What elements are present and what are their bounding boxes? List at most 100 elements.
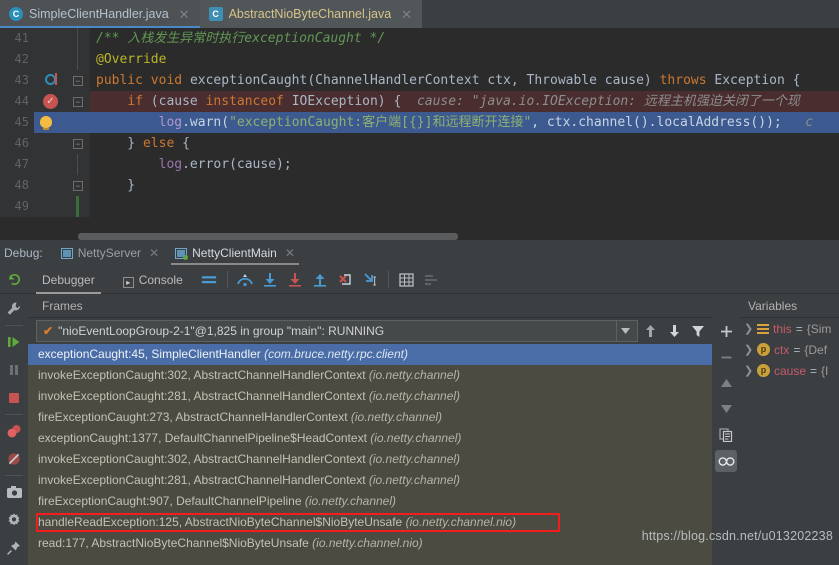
stack-frame-row[interactable]: read:177, AbstractNioByteChannel$NioByte… [28,533,712,554]
gutter-icons[interactable] [34,49,66,70]
remove-watch-icon[interactable] [715,346,737,368]
fold-collapse-icon[interactable]: − [73,181,83,191]
move-up-icon[interactable] [715,372,737,394]
chevron-right-icon[interactable]: ❯ [744,364,753,377]
rerun-icon[interactable] [0,266,28,294]
add-watch-icon[interactable] [715,320,737,342]
fold-gutter[interactable] [66,154,90,175]
fold-gutter[interactable]: − [66,175,90,196]
close-icon[interactable]: ✕ [285,246,295,260]
stack-frame-row[interactable]: fireExceptionCaught:907, DefaultChannelP… [28,491,712,512]
debug-config-tab-nettyserver[interactable]: NettyServer ✕ [53,240,167,266]
get-thread-dump-icon[interactable] [1,479,27,505]
code-text: log.warn("exceptionCaught:客户端[{}]和远程断开连接… [90,112,839,133]
fold-gutter[interactable]: − [66,91,90,112]
frame-package: (io.netty.channel) [370,431,461,445]
tab-console[interactable]: ▸Console [109,266,197,294]
editor-tab-abstractniobytechannel[interactable]: C AbstractNioByteChannel.java ✕ [200,0,423,28]
intention-bulb-icon[interactable] [40,116,52,128]
gutter-icons[interactable] [34,28,66,49]
filter-icon[interactable] [686,319,710,343]
stack-frame-row-highlighted[interactable]: handleReadException:125, AbstractNioByte… [28,512,712,533]
evaluate-expression-icon[interactable] [394,267,419,292]
thread-dropdown[interactable]: ✔ "nioEventLoopGroup-2-1"@1,825 in group… [36,320,638,342]
stack-frame-row[interactable]: exceptionCaught:1377, DefaultChannelPipe… [28,428,712,449]
force-step-into-icon[interactable] [283,267,308,292]
tab-debugger[interactable]: Debugger [28,266,109,294]
pin-tab-icon[interactable] [1,535,27,561]
chevron-right-icon[interactable]: ❯ [744,322,753,335]
code-text: @Override [90,49,839,70]
step-into-icon[interactable] [258,267,283,292]
arrow-up-icon[interactable] [638,319,662,343]
fold-gutter[interactable]: − [66,70,90,91]
resume-program-icon[interactable] [1,329,27,355]
stack-frame-row[interactable]: invokeExceptionCaught:281, AbstractChann… [28,470,712,491]
watches-icon[interactable] [715,450,737,472]
gutter-icons[interactable]: ✓ [34,91,66,112]
frame-method: invokeExceptionCaught:281, AbstractChann… [38,389,366,403]
fold-gutter[interactable] [66,196,90,217]
call-stack-list[interactable]: exceptionCaught:45, SimpleClientHandler … [28,344,712,565]
stack-frame-row[interactable]: invokeExceptionCaught:302, AbstractChann… [28,365,712,386]
close-icon[interactable]: ✕ [401,8,412,21]
fold-collapse-icon[interactable]: − [73,97,83,107]
settings-wrench-icon[interactable] [1,296,27,322]
code-editor[interactable]: 41 /** 入栈发生异常时执行exceptionCaught */ 42 @O… [0,28,839,240]
mute-breakpoints-icon[interactable] [1,446,27,472]
stack-frame-row[interactable]: fireExceptionCaught:273, AbstractChannel… [28,407,712,428]
chevron-right-icon[interactable]: ❯ [744,343,753,356]
drop-frame-icon[interactable] [333,267,358,292]
gutter-icons[interactable] [34,133,66,154]
stack-frame-row[interactable]: invokeExceptionCaught:302, AbstractChann… [28,449,712,470]
settings-gear-icon[interactable] [1,507,27,533]
variables-tree[interactable]: Variables ❯ this = {Sim ❯ p ctx = {Def ❯ [740,294,839,565]
variable-row-cause[interactable]: ❯ p cause = {I [740,360,839,381]
fold-gutter[interactable]: − [66,133,90,154]
object-field-icon [757,323,769,335]
line-number: 46 [0,133,34,154]
layout-settings-icon[interactable] [419,267,444,292]
pause-program-icon[interactable] [1,357,27,383]
close-icon[interactable]: ✕ [149,246,159,260]
step-out-icon[interactable] [308,267,333,292]
editor-tab-simpleclienthandler[interactable]: C SimpleClientHandler.java ✕ [0,0,200,28]
breakpoint-icon[interactable]: ✓ [43,94,58,109]
run-to-cursor-icon[interactable] [358,267,383,292]
view-breakpoints-icon[interactable] [1,418,27,444]
debug-config-tab-nettyclientmain[interactable]: NettyClientMain ✕ [167,240,303,266]
fold-collapse-icon[interactable]: − [73,76,83,86]
gutter-icons[interactable] [34,70,66,91]
stack-frame-row[interactable]: exceptionCaught:45, SimpleClientHandler … [28,344,712,365]
chevron-down-icon[interactable] [616,321,633,341]
step-over-icon[interactable] [233,267,258,292]
show-execution-point-icon[interactable] [197,267,222,292]
copy-value-icon[interactable] [715,424,737,446]
annotation-text: @Override [96,52,166,67]
variables-panel: Variables ❯ this = {Sim ❯ p ctx = {Def ❯ [712,294,839,565]
fold-gutter[interactable] [66,49,90,70]
editor-horizontal-scrollbar[interactable] [78,233,839,240]
gutter-icons[interactable] [34,196,66,217]
variable-row-this[interactable]: ❯ this = {Sim [740,318,839,339]
changed-lines-marker [76,196,79,217]
fold-gutter[interactable] [66,112,90,133]
fold-collapse-icon[interactable]: − [73,139,83,149]
move-down-icon[interactable] [715,398,737,420]
line-number: 47 [0,154,34,175]
close-icon[interactable]: ✕ [179,8,190,21]
arrow-down-icon[interactable] [662,319,686,343]
frame-package: (io.netty.channel.nio) [312,536,423,550]
stack-frame-row[interactable]: invokeExceptionCaught:281, AbstractChann… [28,386,712,407]
editor-tab-bar: C SimpleClientHandler.java ✕ C AbstractN… [0,0,839,28]
gutter-icons[interactable] [34,112,66,133]
stop-icon[interactable] [1,385,27,411]
frame-package: (com.bruce.netty.rpc.client) [264,347,408,361]
variable-name: ctx [774,343,789,357]
gutter-icons[interactable] [34,154,66,175]
gutter-icons[interactable] [34,175,66,196]
fold-gutter[interactable] [66,28,90,49]
override-marker-icon[interactable] [45,74,56,85]
watermark-text: https://blog.csdn.net/u013202238 [642,529,833,543]
variable-row-ctx[interactable]: ❯ p ctx = {Def [740,339,839,360]
